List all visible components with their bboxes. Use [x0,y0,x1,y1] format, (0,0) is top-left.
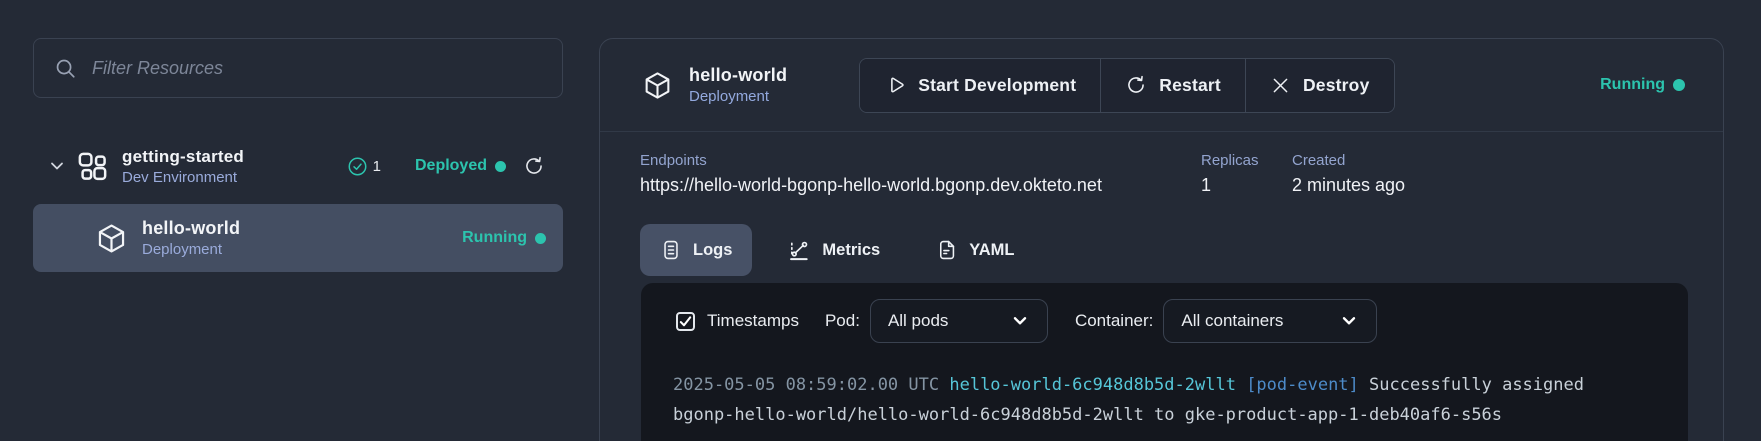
logs-controls: Timestamps Pod: All pods Container: All … [641,283,1688,343]
restart-icon [1125,74,1147,96]
pod-label: Pod: [824,311,860,330]
yaml-file-icon [936,239,958,261]
chevron-down-icon [1010,311,1030,331]
container-label: Container: [1074,311,1154,330]
replicas-value: 1 [1201,175,1212,195]
close-icon [1270,75,1291,96]
restart-button[interactable]: Restart [1100,58,1245,112]
metrics-icon [788,239,811,262]
tab-yaml-label: YAML [969,240,1015,259]
deployment-cube-icon [95,222,128,255]
chevron-down-icon [1339,311,1359,331]
search-icon [54,57,77,80]
meta-row: Endpoints https://hello-world-bgonp-hell… [600,132,1723,196]
status-dot [495,160,506,172]
tab-logs-label: Logs [693,240,733,259]
play-icon [884,74,906,96]
logs-icon [660,239,682,261]
check-circle-icon [347,156,368,177]
container-select[interactable]: All containers [1163,299,1378,343]
environment-row-getting-started[interactable]: getting-started Dev Environment 1 Deploy… [33,140,563,192]
start-development-button[interactable]: Start Development [860,58,1101,112]
timestamps-label[interactable]: Timestamps [707,311,799,331]
resource-row-hello-world[interactable]: hello-world Deployment Running [33,204,563,272]
environment-kind: Dev Environment [122,168,238,186]
resource-count: 1 [372,157,381,175]
pod-select[interactable]: All pods [869,299,1048,343]
endpoint-url[interactable]: https://hello-world-bgonp-hello-world.bg… [640,175,1201,196]
container-select-value: All containers [1181,311,1284,330]
action-button-group: Start Development Restart Destroy [859,57,1395,113]
timestamps-checkbox[interactable] [676,311,695,331]
log-output[interactable]: 2025-05-05 08:59:02.00 UTC hello-world-6… [641,343,1688,441]
log-pod-name: hello-world-6c948d8b5d-2wllt [949,375,1236,395]
pod-select-value: All pods [887,311,949,330]
deployment-cube-icon [642,70,673,101]
refresh-icon[interactable] [523,155,545,177]
logs-panel: Timestamps Pod: All pods Container: All … [641,283,1688,441]
environment-status-text: Deployed [414,157,487,174]
resource-detail-panel: hello-world Deployment Start Development [599,38,1724,441]
resource-kind: Deployment [142,241,223,258]
dev-environment-icon [76,150,109,183]
detail-kind: Deployment [689,88,770,105]
start-development-label: Start Development [918,74,1077,95]
resources-sidebar: getting-started Dev Environment 1 Deploy… [33,38,563,272]
resource-status-badge: Running [462,229,546,247]
endpoints-label: Endpoints [640,152,707,169]
environment-status-badge: Deployed [415,157,506,175]
tab-metrics-label: Metrics [822,240,881,259]
destroy-button[interactable]: Destroy [1244,58,1394,112]
tab-yaml[interactable]: YAML [916,224,1034,276]
detail-header: hello-world Deployment Start Development [600,39,1723,132]
detail-title: hello-world [689,65,788,85]
created-label: Created [1292,152,1346,169]
environment-name: getting-started [122,146,244,166]
detail-tabs: Logs Metrics YAML [640,224,1723,276]
restart-label: Restart [1159,74,1221,95]
status-dot [535,232,546,244]
resource-name: hello-world [142,218,241,238]
replicas-label: Replicas [1201,152,1259,169]
detail-status-text: Running [1600,76,1665,93]
detail-status-badge: Running [1600,76,1685,94]
chevron-down-icon[interactable] [48,157,66,175]
status-dot [1673,79,1685,91]
log-timestamp: 2025-05-05 08:59:02.00 UTC [673,375,940,395]
created-value: 2 minutes ago [1292,175,1406,195]
log-event-tag: [pod-event] [1246,375,1359,395]
tab-logs[interactable]: Logs [640,224,753,276]
tab-metrics[interactable]: Metrics [768,224,900,276]
destroy-label: Destroy [1302,74,1370,95]
resource-count-badge: 1 [347,156,381,177]
filter-resources-input[interactable] [92,57,542,79]
filter-resources-box[interactable] [33,38,563,98]
resource-status-text: Running [462,229,527,246]
log-entry: 2025-05-05 08:59:02.00 UTC hello-world-6… [673,370,1623,430]
